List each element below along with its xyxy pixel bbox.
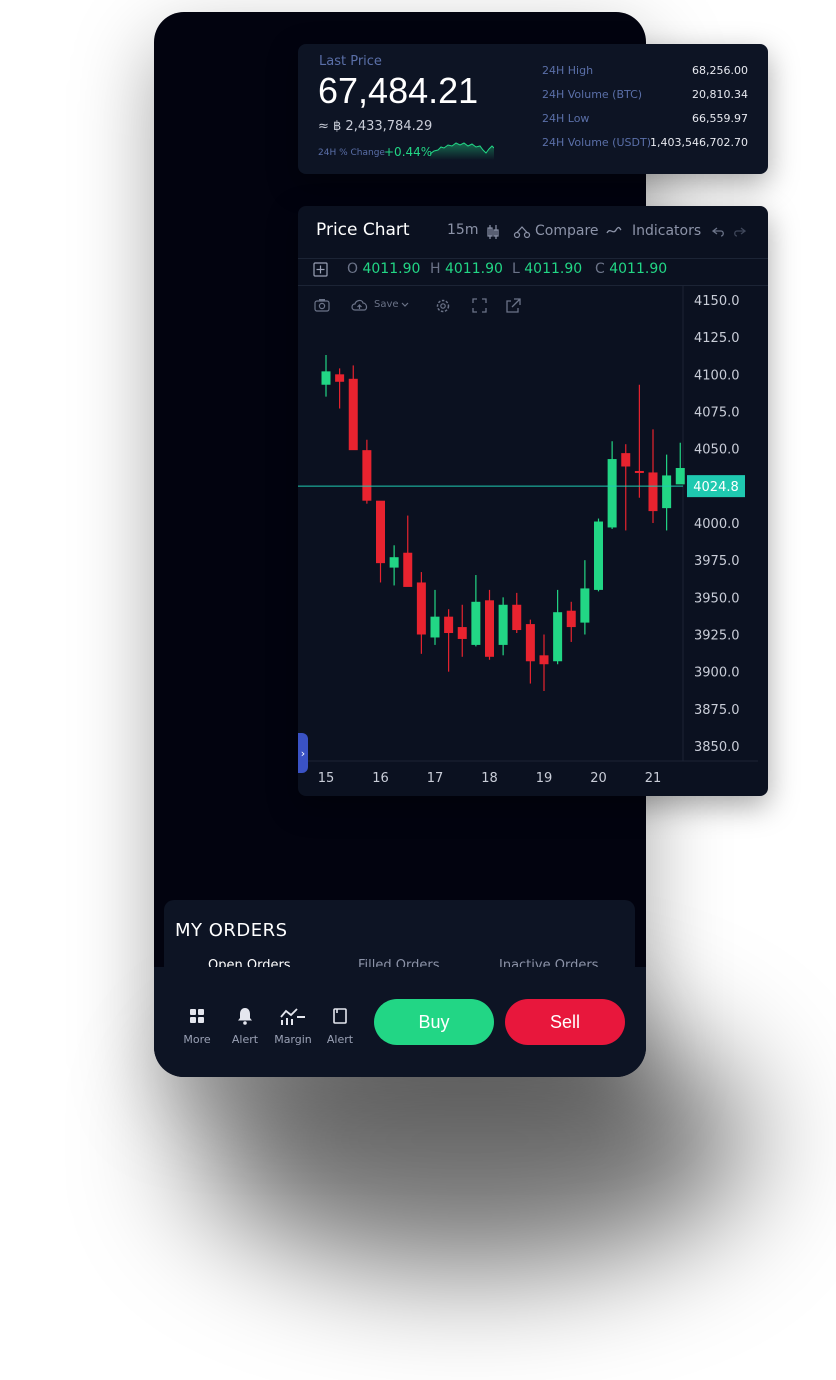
x-tick-label: 21 xyxy=(645,771,662,786)
y-tick-label: 3950.0 xyxy=(694,591,740,606)
candle-body xyxy=(621,453,631,467)
document-icon xyxy=(315,1005,365,1027)
nav-more[interactable]: More xyxy=(172,1005,222,1046)
stat-value: 20,810.34 xyxy=(692,88,748,101)
y-tick-label: 3925.0 xyxy=(694,629,740,644)
stat-row: 24H Volume (USDT) 1,403,546,702.70 xyxy=(542,136,748,160)
nav-more-label: More xyxy=(183,1033,211,1046)
approx-value: ≈ ฿ 2,433,784.29 xyxy=(318,119,433,134)
candle-body xyxy=(594,521,603,590)
candle-body xyxy=(362,450,372,501)
y-tick-label: 3975.0 xyxy=(694,554,740,569)
candle-body xyxy=(389,557,399,568)
candle-body xyxy=(403,552,413,587)
change-value: +0.44% xyxy=(384,145,433,159)
candle-body xyxy=(539,655,549,665)
nav-margin-label: Margin xyxy=(274,1033,312,1046)
candle-body xyxy=(444,616,454,634)
candle-body xyxy=(512,604,522,631)
change-label: 24H % Change xyxy=(318,148,385,158)
side-panel-toggle[interactable]: › xyxy=(298,733,308,773)
sell-button[interactable]: Sell xyxy=(505,999,625,1045)
price-chart-card: Price Chart 15m Compare Indicators O 401… xyxy=(298,206,768,796)
candle-body xyxy=(580,588,590,623)
nav-alert-2[interactable]: Alert xyxy=(315,1005,365,1046)
x-tick-label: 16 xyxy=(372,771,389,786)
buy-button[interactable]: Buy xyxy=(374,999,494,1045)
stat-value: 68,256.00 xyxy=(692,64,748,77)
ticker-card: Last Price 67,484.21 ≈ ฿ 2,433,784.29 24… xyxy=(298,44,768,174)
stat-label: 24H Volume (BTC) xyxy=(542,88,643,101)
candle-body xyxy=(634,470,644,473)
y-tick-label: 4150.0 xyxy=(694,294,740,309)
bottom-action-bar: More Alert Margin $ Alert Buy Sell xyxy=(154,967,646,1077)
candle-body xyxy=(648,472,658,512)
current-price-label: 4024.8 xyxy=(693,480,739,495)
stat-row: 24H High 68,256.00 xyxy=(542,64,748,88)
y-tick-label: 3875.0 xyxy=(694,703,740,718)
stat-value: 66,559.97 xyxy=(692,112,748,125)
bell-icon xyxy=(220,1005,270,1027)
candle-body xyxy=(335,374,345,382)
y-tick-label: 3850.0 xyxy=(694,740,740,755)
y-tick-label: 4050.0 xyxy=(694,443,740,458)
y-tick-label: 4100.0 xyxy=(694,368,740,383)
x-tick-label: 20 xyxy=(590,771,607,786)
candlestick-chart[interactable]: 4150.0 4125.0 4100.0 4075.0 4050.0 4000.0 3975… xyxy=(298,206,768,796)
stat-label: 24H Low xyxy=(542,112,590,125)
candle-body xyxy=(553,612,563,662)
grid-icon xyxy=(172,1005,222,1027)
candle-body xyxy=(662,475,672,509)
stats-list: 24H High 68,256.00 24H Volume (BTC) 20,810… xyxy=(542,64,748,160)
orders-title: MY ORDERS xyxy=(175,920,288,941)
candle-body xyxy=(321,371,331,385)
y-tick-label: 4075.0 xyxy=(694,406,740,421)
candle-body xyxy=(566,610,576,628)
candle-body xyxy=(430,616,440,638)
stat-value: 1,403,546,702.70 xyxy=(650,136,748,149)
nav-alert[interactable]: Alert xyxy=(220,1005,270,1046)
nav-alert-label: Alert xyxy=(231,1033,259,1046)
sparkline xyxy=(430,142,494,160)
candle-body xyxy=(485,600,494,657)
candle-body xyxy=(498,604,508,645)
x-tick-label: 19 xyxy=(536,771,553,786)
stat-label: 24H Volume (USDT) xyxy=(542,136,651,149)
candle-body xyxy=(348,378,358,451)
candle-body xyxy=(471,601,481,645)
candle-body xyxy=(675,467,685,485)
last-price-value: 67,484.21 xyxy=(318,70,479,111)
stat-row: 24H Low 66,559.97 xyxy=(542,112,748,136)
margin-icon xyxy=(268,1005,318,1027)
last-price-label: Last Price xyxy=(319,54,382,69)
candle-body xyxy=(607,459,617,528)
x-tick-label: 15 xyxy=(318,771,335,786)
x-tick-label: 18 xyxy=(481,771,498,786)
stat-row: 24H Volume (BTC) 20,810.34 xyxy=(542,88,748,112)
y-tick-label: 4125.0 xyxy=(694,331,740,346)
nav-margin[interactable]: Margin $ xyxy=(268,1005,318,1046)
candle-body xyxy=(416,582,426,635)
candle-body xyxy=(525,624,535,662)
x-tick-label: 17 xyxy=(427,771,444,786)
y-tick-label: 4000.0 xyxy=(694,517,740,532)
stat-label: 24H High xyxy=(542,64,594,77)
y-tick-label: 3900.0 xyxy=(694,666,740,681)
candle-body xyxy=(457,627,467,639)
nav-alert-2-label: Alert xyxy=(326,1033,354,1046)
candle-body xyxy=(376,500,385,564)
